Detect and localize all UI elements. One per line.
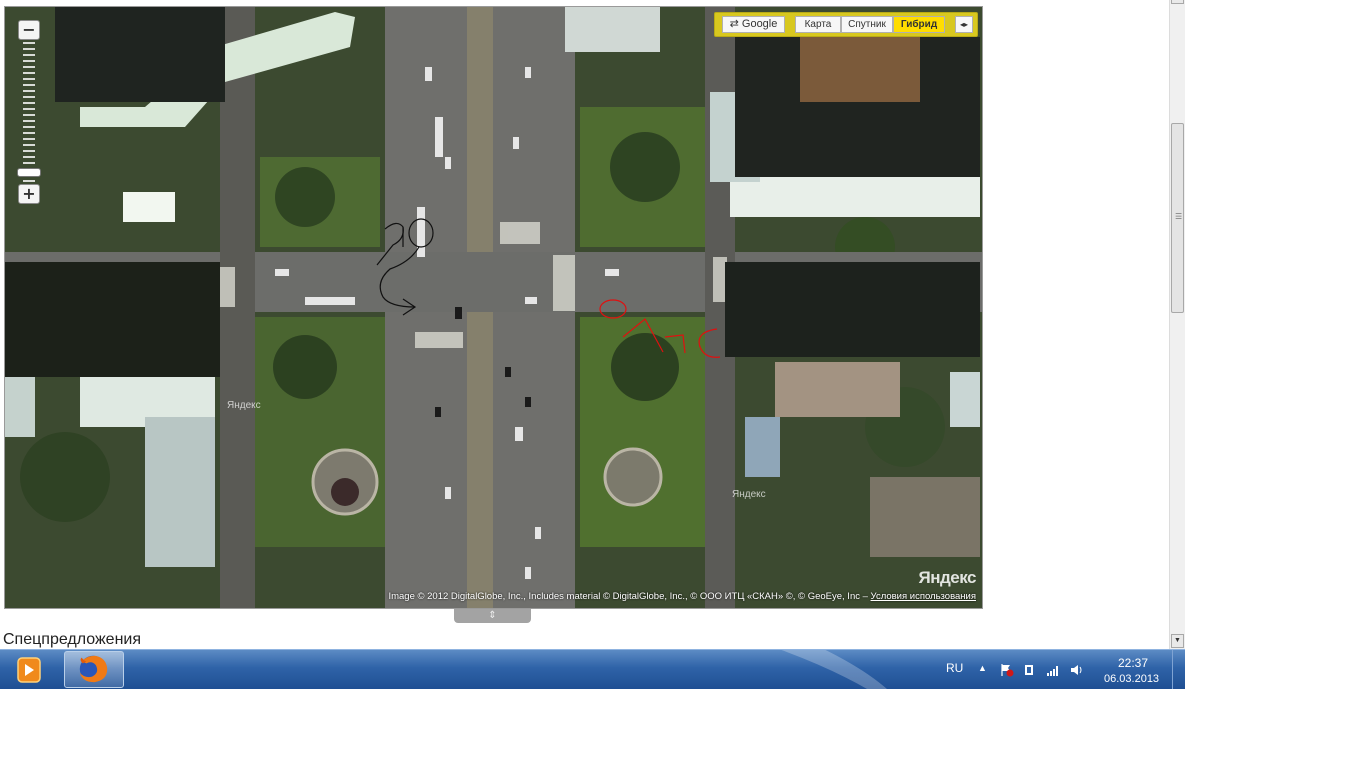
show-desktop-button[interactable]: [1172, 650, 1185, 689]
firefox-taskbar-button[interactable]: [64, 651, 124, 688]
zoom-control[interactable]: − +: [17, 20, 42, 210]
section-title: Спецпредложения: [3, 631, 141, 648]
satellite-imagery[interactable]: [5, 7, 983, 609]
show-hidden-icons-icon[interactable]: ▲: [978, 663, 987, 673]
zoom-out-button[interactable]: −: [18, 20, 40, 40]
firefox-icon: [79, 655, 108, 683]
map-type-toolbar: ⇄ Google Карта Спутник Гибрид ◂▸: [714, 12, 978, 37]
tab-hybrid[interactable]: Гибрид: [893, 16, 945, 33]
zoom-slider-thumb[interactable]: [17, 168, 41, 177]
google-label: Google: [741, 18, 778, 30]
tab-satellite[interactable]: Спутник: [841, 16, 893, 33]
windows-taskbar: RU ▲ 22:37 06.03.2013: [0, 649, 1185, 689]
action-center-flag-icon[interactable]: [1000, 663, 1014, 677]
taskbar-decoration: [550, 650, 930, 689]
media-player-icon[interactable]: [8, 654, 52, 686]
resize-grip-icon: ⇕: [488, 610, 497, 621]
scroll-up-button[interactable]: [1171, 0, 1184, 4]
collapse-arrows-icon[interactable]: ◂▸: [955, 16, 973, 33]
scrollbar-thumb[interactable]: ☰: [1171, 123, 1184, 313]
system-tray: RU ▲ 22:37 06.03.2013: [940, 650, 1185, 689]
clock-time[interactable]: 22:37: [1118, 656, 1148, 670]
google-layer-button[interactable]: ⇄ Google: [722, 16, 785, 33]
zoom-slider-track[interactable]: [23, 42, 35, 182]
scroll-down-button[interactable]: ▼: [1171, 634, 1184, 648]
map-watermark: Яндекс: [732, 489, 766, 500]
map-watermark: Яндекс: [227, 400, 261, 411]
copyright-text: Image © 2012 DigitalGlobe, Inc., Include…: [388, 591, 868, 602]
swap-icon: ⇄: [729, 18, 742, 30]
language-indicator[interactable]: RU: [946, 661, 963, 675]
terms-link[interactable]: Условия использования: [871, 591, 976, 602]
clock-date[interactable]: 06.03.2013: [1104, 673, 1159, 685]
network-signal-icon[interactable]: [1046, 663, 1060, 677]
map-view[interactable]: − + ⇄ Google Карта Спутник Гибрид ◂▸ Янд…: [4, 6, 983, 609]
volume-icon[interactable]: [1070, 663, 1084, 677]
page-scrollbar[interactable]: ☰ ▼: [1169, 0, 1185, 649]
map-resize-handle[interactable]: ⇕: [454, 609, 531, 623]
map-copyright: Image © 2012 DigitalGlobe, Inc., Include…: [388, 591, 976, 602]
yandex-logo: Яндекс: [918, 568, 977, 587]
grip-icon: ☰: [1175, 212, 1183, 221]
zoom-in-button[interactable]: +: [18, 184, 40, 204]
tab-map[interactable]: Карта: [795, 16, 841, 33]
power-plug-icon[interactable]: [1022, 663, 1036, 677]
